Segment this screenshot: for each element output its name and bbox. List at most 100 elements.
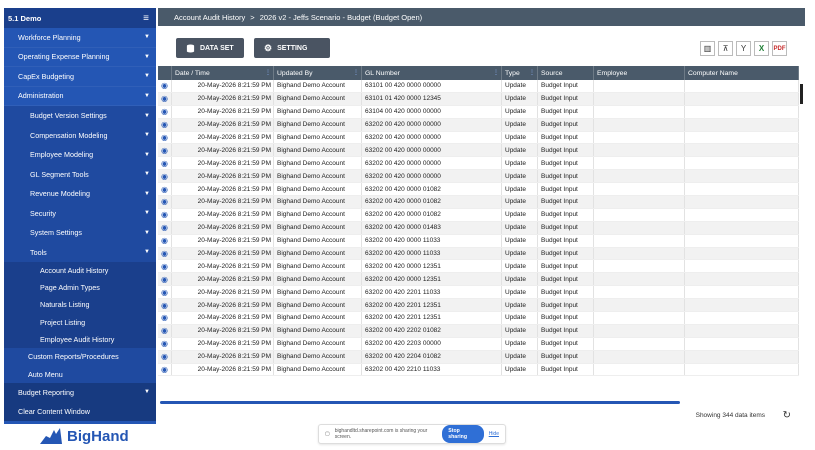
vertical-scrollbar[interactable] bbox=[800, 84, 803, 104]
table-cell bbox=[685, 92, 799, 105]
eye-icon[interactable]: ◉ bbox=[158, 208, 172, 221]
sidebar-item[interactable]: Project Listing bbox=[4, 313, 156, 331]
setting-button[interactable]: ⚙ SETTING bbox=[254, 38, 330, 58]
eye-icon[interactable]: ◉ bbox=[158, 144, 172, 157]
column-filter-icon[interactable]: ⋮ bbox=[529, 69, 535, 76]
table-row[interactable]: ◉ 20-May-2026 8:21:59 PM Bighand Demo Acco… bbox=[158, 350, 799, 364]
eye-icon[interactable]: ◉ bbox=[158, 80, 172, 92]
eye-icon[interactable]: ◉ bbox=[158, 221, 172, 234]
filter-icon[interactable]: Y bbox=[736, 41, 751, 56]
horizontal-scrollbar[interactable] bbox=[158, 400, 799, 405]
table-row[interactable]: ◉ 20-May-2026 8:21:59 PM Bighand Demo Acco… bbox=[158, 286, 799, 300]
column-header[interactable] bbox=[158, 66, 172, 80]
stop-sharing-button[interactable]: Stop sharing bbox=[442, 425, 484, 443]
sidebar-item[interactable]: Account Audit History bbox=[4, 262, 156, 280]
table-row[interactable]: ◉ 20-May-2026 8:21:59 PM Bighand Demo Acco… bbox=[158, 92, 799, 106]
table-row[interactable]: ◉ 20-May-2026 8:21:59 PM Bighand Demo Acco… bbox=[158, 208, 799, 222]
sidebar-bottom-item[interactable]: Budget Reporting ▼ bbox=[4, 382, 156, 402]
sidebar-item[interactable]: Page Admin Types bbox=[4, 279, 156, 297]
hamburger-icon[interactable]: ≡ bbox=[143, 13, 149, 24]
sidebar-item[interactable]: Compensation Modeling ▼ bbox=[4, 125, 156, 145]
sidebar-item[interactable]: Operating Expense Planning ▼ bbox=[4, 48, 156, 67]
column-header[interactable]: Employee bbox=[594, 66, 685, 80]
table-row[interactable]: ◉ 20-May-2026 8:21:59 PM Bighand Demo Acco… bbox=[158, 183, 799, 197]
sidebar-item[interactable]: CapEx Budgeting ▼ bbox=[4, 67, 156, 87]
table-row[interactable]: ◉ 20-May-2026 8:21:59 PM Bighand Demo Acco… bbox=[158, 337, 799, 351]
sidebar-item[interactable]: Tools ▼ bbox=[4, 242, 156, 262]
table-row[interactable]: ◉ 20-May-2026 8:21:59 PM Bighand Demo Acco… bbox=[158, 144, 799, 158]
eye-icon[interactable]: ◉ bbox=[158, 273, 172, 286]
table-row[interactable]: ◉ 20-May-2026 8:21:59 PM Bighand Demo Acco… bbox=[158, 312, 799, 325]
table-row[interactable]: ◉ 20-May-2026 8:21:59 PM Bighand Demo Acco… bbox=[158, 170, 799, 184]
table-cell bbox=[685, 312, 799, 324]
eye-icon[interactable]: ◉ bbox=[158, 350, 172, 363]
clear-filter-icon[interactable]: ⊼ bbox=[718, 41, 733, 56]
table-row[interactable]: ◉ 20-May-2026 8:21:59 PM Bighand Demo Acco… bbox=[158, 273, 799, 287]
sidebar-item[interactable]: Naturals Listing bbox=[4, 296, 156, 314]
sidebar-item[interactable]: System Settings ▼ bbox=[4, 223, 156, 243]
refresh-icon[interactable]: ↻ bbox=[783, 410, 791, 421]
breadcrumb-page[interactable]: Account Audit History bbox=[174, 13, 245, 22]
sidebar-item[interactable]: Budget Version Settings ▼ bbox=[4, 106, 156, 126]
eye-icon[interactable]: ◉ bbox=[158, 157, 172, 170]
eye-icon[interactable]: ◉ bbox=[158, 247, 172, 260]
eye-icon[interactable]: ◉ bbox=[158, 234, 172, 247]
sidebar-bottom-label: Clear Content Window bbox=[18, 406, 90, 416]
column-filter-icon[interactable]: ⋮ bbox=[493, 69, 499, 76]
eye-icon[interactable]: ◉ bbox=[158, 260, 172, 273]
table-row[interactable]: ◉ 20-May-2026 8:21:59 PM Bighand Demo Acco… bbox=[158, 221, 799, 235]
sidebar-item[interactable]: Administration ▼ bbox=[4, 87, 156, 106]
sidebar-bottom-item[interactable]: Clear Content Window bbox=[4, 401, 156, 421]
eye-icon[interactable]: ◉ bbox=[158, 170, 172, 183]
pdf-export-icon[interactable]: PDF bbox=[772, 41, 787, 56]
excel-export-icon[interactable]: X bbox=[754, 41, 769, 56]
table-row[interactable]: ◉ 20-May-2026 8:21:59 PM Bighand Demo Acco… bbox=[158, 157, 799, 171]
column-filter-icon[interactable]: ⋮ bbox=[353, 69, 359, 76]
sidebar-item[interactable]: Auto Menu bbox=[4, 365, 156, 383]
sidebar-item[interactable]: Workforce Planning ▼ bbox=[4, 28, 156, 48]
eye-icon[interactable]: ◉ bbox=[158, 337, 172, 350]
table-row[interactable]: ◉ 20-May-2026 8:21:59 PM Bighand Demo Acco… bbox=[158, 118, 799, 132]
eye-icon[interactable]: ◉ bbox=[158, 312, 172, 324]
column-header[interactable]: Date / Time ⋮ bbox=[172, 66, 274, 80]
columns-icon[interactable]: ▥ bbox=[700, 41, 715, 56]
table-cell bbox=[685, 208, 799, 221]
table-row[interactable]: ◉ 20-May-2026 8:21:59 PM Bighand Demo Acco… bbox=[158, 299, 799, 313]
sidebar-item[interactable]: Revenue Modeling ▼ bbox=[4, 184, 156, 204]
sidebar-item[interactable]: Security ▼ bbox=[4, 203, 156, 223]
dataset-button[interactable]: DATA SET bbox=[176, 38, 244, 58]
table-row[interactable]: ◉ 20-May-2026 8:21:59 PM Bighand Demo Acco… bbox=[158, 131, 799, 145]
table-row[interactable]: ◉ 20-May-2026 8:21:59 PM Bighand Demo Acco… bbox=[158, 247, 799, 261]
table-row[interactable]: ◉ 20-May-2026 8:21:59 PM Bighand Demo Acco… bbox=[158, 80, 799, 93]
column-filter-icon[interactable]: ⋮ bbox=[265, 69, 271, 76]
eye-icon[interactable]: ◉ bbox=[158, 105, 172, 118]
eye-icon[interactable]: ◉ bbox=[158, 363, 172, 376]
table-row[interactable]: ◉ 20-May-2026 8:21:59 PM Bighand Demo Acco… bbox=[158, 105, 799, 119]
breadcrumb-separator: > bbox=[250, 12, 255, 22]
column-header[interactable]: GL Number ⋮ bbox=[362, 66, 502, 80]
eye-icon[interactable]: ◉ bbox=[158, 299, 172, 312]
eye-icon[interactable]: ◉ bbox=[158, 92, 172, 105]
column-header[interactable]: Computer Name bbox=[685, 66, 799, 80]
column-header[interactable]: Source bbox=[538, 66, 594, 80]
column-header[interactable]: Updated By ⋮ bbox=[274, 66, 362, 80]
table-row[interactable]: ◉ 20-May-2026 8:21:59 PM Bighand Demo Acco… bbox=[158, 324, 799, 338]
sidebar-item[interactable]: Employee Audit History bbox=[4, 330, 156, 348]
eye-icon[interactable]: ◉ bbox=[158, 286, 172, 299]
table-row[interactable]: ◉ 20-May-2026 8:21:59 PM Bighand Demo Acco… bbox=[158, 234, 799, 248]
table-row[interactable]: ◉ 20-May-2026 8:21:59 PM Bighand Demo Acco… bbox=[158, 363, 799, 377]
setting-label: SETTING bbox=[277, 44, 308, 52]
eye-icon[interactable]: ◉ bbox=[158, 324, 172, 337]
sidebar-item[interactable]: Custom Reports/Procedures bbox=[4, 347, 156, 366]
status-count: Showing 344 data items bbox=[695, 412, 765, 419]
eye-icon[interactable]: ◉ bbox=[158, 131, 172, 144]
eye-icon[interactable]: ◉ bbox=[158, 196, 172, 208]
sidebar-item[interactable]: Employee Modeling ▼ bbox=[4, 145, 156, 165]
sidebar-item[interactable]: GL Segment Tools ▼ bbox=[4, 164, 156, 184]
eye-icon[interactable]: ◉ bbox=[158, 183, 172, 196]
table-row[interactable]: ◉ 20-May-2026 8:21:59 PM Bighand Demo Acco… bbox=[158, 196, 799, 209]
eye-icon[interactable]: ◉ bbox=[158, 118, 172, 131]
hide-link[interactable]: Hide bbox=[489, 431, 499, 437]
column-header[interactable]: Type ⋮ bbox=[502, 66, 538, 80]
table-row[interactable]: ◉ 20-May-2026 8:21:59 PM Bighand Demo Acco… bbox=[158, 260, 799, 274]
